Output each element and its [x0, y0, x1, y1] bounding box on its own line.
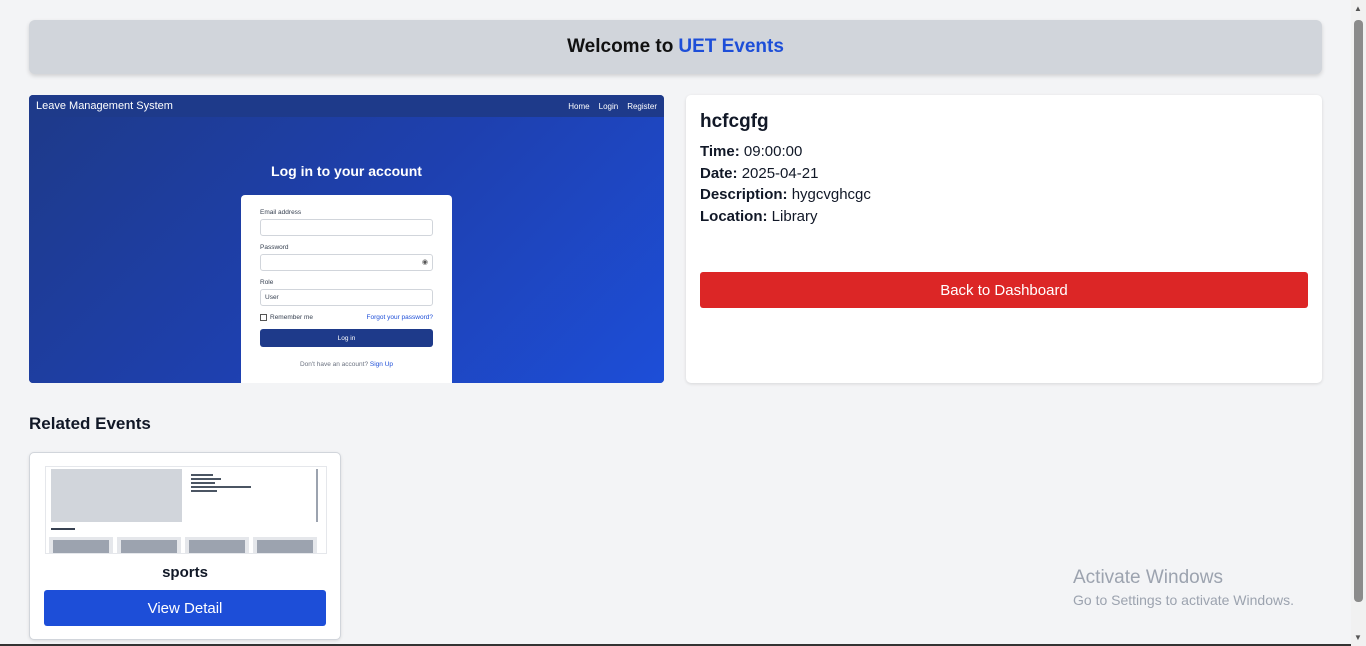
image-form-title: Log in to your account	[271, 163, 422, 179]
checkbox-icon	[260, 314, 267, 321]
eye-icon: ◉	[421, 259, 428, 266]
image-remember-row: Remember me Forgot your password?	[260, 314, 433, 321]
image-signup-link: Sign Up	[369, 361, 394, 368]
welcome-banner: Welcome to UET Events	[29, 20, 1322, 74]
image-signup-line: Don't have an account? Sign Up	[260, 361, 433, 368]
image-nav-links: Home Login Register	[568, 102, 657, 111]
event-description: Description: hygcvghcgc	[700, 184, 1308, 206]
scroll-up-icon[interactable]: ▲	[1354, 4, 1362, 13]
event-description-label: Description:	[700, 186, 788, 203]
related-event-thumbnail	[45, 466, 327, 554]
related-event-name: sports	[162, 564, 208, 581]
image-nav-title: Leave Management System	[36, 100, 173, 112]
image-nav-home: Home	[568, 101, 590, 111]
event-time-value: 09:00:00	[743, 143, 803, 160]
event-location-value: Library	[771, 207, 818, 225]
image-nav-login: Login	[598, 101, 619, 111]
scrollbar-thumb[interactable]	[1354, 20, 1363, 602]
image-login-card: Email address Password ◉ Role User Remem…	[241, 195, 452, 383]
related-event-card: sports View Detail	[29, 452, 341, 640]
image-email-field	[260, 219, 433, 236]
watermark-title: Activate Windows	[1073, 567, 1223, 588]
related-events-heading: Related Events	[29, 414, 151, 433]
back-to-dashboard-button[interactable]: Back to Dashboard	[700, 272, 1308, 308]
event-time: Time: 09:00:00	[700, 141, 1308, 163]
image-role-field: User	[260, 289, 433, 306]
image-signup-prompt: Don't have an account?	[299, 361, 369, 368]
event-details-card: hcfcgfg Time: 09:00:00 Date: 2025-04-21 …	[686, 95, 1322, 383]
image-password-label: Password	[260, 244, 289, 251]
event-location-label: Location:	[700, 207, 768, 225]
event-time-label: Time:	[700, 143, 740, 160]
view-detail-button[interactable]: View Detail	[44, 590, 326, 626]
image-nav-bar: Leave Management System Home Login Regis…	[29, 95, 664, 117]
scroll-down-icon[interactable]: ▼	[1354, 633, 1362, 642]
event-title: hcfcgfg	[700, 111, 769, 132]
image-email-label: Email address	[260, 209, 302, 216]
image-login-button: Log in	[260, 329, 433, 347]
image-forgot-link: Forgot your password?	[366, 314, 433, 321]
image-remember-label: Remember me	[270, 314, 313, 321]
image-remember-check: Remember me	[260, 314, 313, 321]
brand-name: UET Events	[678, 36, 784, 57]
image-password-field: ◉	[260, 254, 433, 271]
image-role-label: Role	[260, 279, 274, 286]
event-description-value: hygcvghcgc	[791, 186, 871, 203]
image-nav-register: Register	[627, 101, 657, 111]
vertical-scrollbar[interactable]: ▲ ▼	[1351, 0, 1366, 646]
event-location: Location: Library	[700, 206, 1308, 228]
event-date-value: 2025-04-21	[741, 164, 819, 182]
activate-windows-watermark: Activate Windows Go to Settings to activ…	[1073, 567, 1294, 608]
event-date: Date: 2025-04-21	[700, 163, 1308, 185]
event-image: Leave Management System Home Login Regis…	[29, 95, 664, 383]
welcome-prefix: Welcome to	[567, 36, 674, 57]
watermark-subtitle: Go to Settings to activate Windows.	[1073, 592, 1294, 608]
image-body: Log in to your account Email address Pas…	[29, 117, 664, 383]
event-date-label: Date:	[700, 164, 738, 182]
